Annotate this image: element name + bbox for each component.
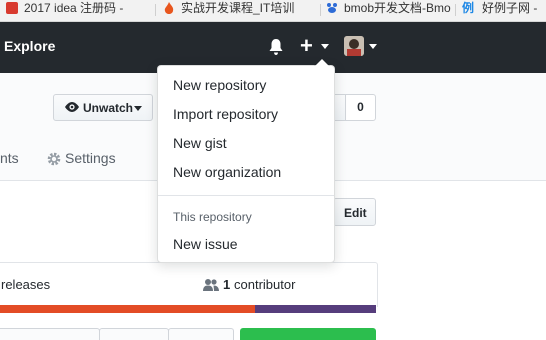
paw-icon	[326, 2, 338, 14]
create-new-dropdown: New repository Import repository New gis…	[157, 58, 335, 263]
notifications-bell-icon[interactable]	[268, 38, 284, 56]
bookmark-item[interactable]: 实战开发课程_IT培训	[163, 0, 294, 21]
new-pull-request-button[interactable]	[99, 328, 169, 340]
new-organization-item[interactable]: New organization	[173, 164, 281, 180]
create-new-button[interactable]: +	[300, 35, 332, 57]
releases-link[interactable]: releases	[1, 277, 50, 292]
bookmark-item[interactable]: 例 好例子网 -	[462, 0, 537, 21]
chevron-down-icon	[134, 106, 142, 111]
find-file-button[interactable]	[168, 328, 234, 340]
new-repository-item[interactable]: New repository	[173, 77, 266, 93]
example-site-icon: 例	[462, 1, 475, 15]
bookmark-item[interactable]: bmob开发文档-Bmo	[326, 0, 451, 21]
import-repository-item[interactable]: Import repository	[173, 106, 278, 122]
counter[interactable]: 0	[345, 94, 376, 121]
dropdown-section-header: This repository	[173, 210, 252, 224]
flame-icon	[163, 2, 175, 14]
contributor-label: contributor	[234, 277, 296, 292]
dropdown-caret	[315, 59, 329, 66]
contributor-count: 1	[223, 277, 231, 292]
edit-button[interactable]: Edit	[333, 198, 376, 226]
bookmark-item[interactable]: 2017 idea 注册码 -	[6, 0, 123, 21]
chevron-down-icon	[321, 44, 329, 49]
repo-summary: releases 1 contributor	[0, 262, 378, 307]
bookmark-separator	[320, 4, 321, 16]
people-icon	[203, 278, 219, 294]
gear-icon	[47, 152, 61, 171]
unwatch-label: Unwatch	[83, 101, 134, 115]
dropdown-divider	[158, 195, 334, 196]
bookmark-separator	[155, 4, 156, 16]
clone-download-button[interactable]	[240, 328, 376, 340]
tab-settings-label: Settings	[65, 150, 116, 166]
new-gist-item[interactable]: New gist	[173, 135, 227, 151]
language-bar[interactable]	[0, 305, 376, 313]
bookmark-label: 2017 idea 注册码 -	[24, 1, 124, 15]
branch-button[interactable]	[0, 328, 100, 340]
new-issue-item[interactable]: New issue	[173, 236, 238, 252]
unwatch-button[interactable]: Unwatch	[53, 94, 153, 121]
bookmark-separator	[455, 4, 456, 16]
explore-link[interactable]: Explore	[4, 38, 55, 54]
tab-insights-partial[interactable]: nts	[0, 150, 19, 166]
bookmark-label: 好例子网 -	[482, 1, 538, 15]
chevron-down-icon	[369, 44, 377, 49]
red-square-icon	[6, 2, 18, 14]
eye-icon	[64, 101, 80, 116]
edit-label: Edit	[344, 206, 367, 220]
language-segment	[0, 305, 255, 313]
bookmark-label: 实战开发课程_IT培训	[181, 1, 295, 15]
bookmarks-bar: 2017 idea 注册码 - 实战开发课程_IT培训 bmob开发文档-Bmo…	[0, 0, 546, 22]
user-menu-button[interactable]	[344, 36, 380, 58]
avatar	[344, 36, 364, 56]
language-segment	[255, 305, 376, 313]
plus-icon: +	[300, 33, 313, 58]
bookmark-label: bmob开发文档-Bmo	[344, 1, 451, 15]
